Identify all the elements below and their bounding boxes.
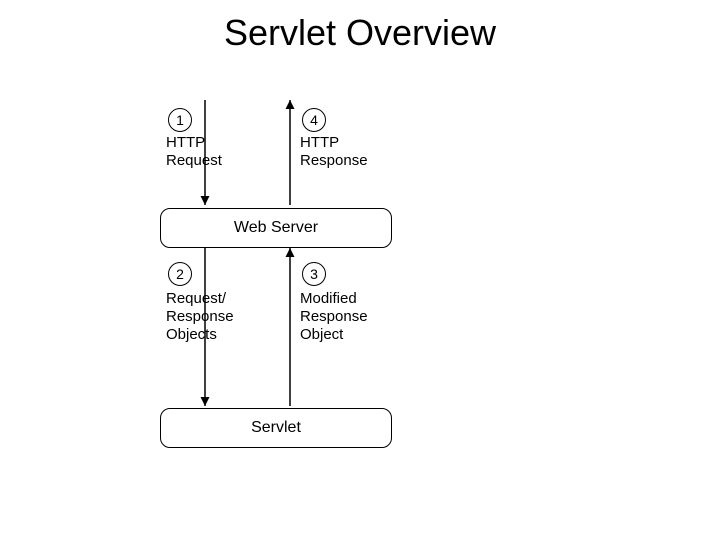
- step-2-badge: 2: [168, 262, 192, 286]
- label-mod-resp-object: Modified Response Object: [300, 290, 368, 344]
- step-4-badge: 4: [302, 108, 326, 132]
- servlet-box: Servlet: [160, 408, 392, 448]
- step-3-badge: 3: [302, 262, 326, 286]
- web-server-box: Web Server: [160, 208, 392, 248]
- page-title: Servlet Overview: [0, 12, 720, 54]
- label-http-response: HTTP Response: [300, 134, 368, 170]
- slide: Servlet Overview 1 4 HTTP Request HTTP R…: [0, 0, 720, 540]
- step-1-badge: 1: [168, 108, 192, 132]
- label-req-resp-objects: Request/ Response Objects: [166, 290, 234, 344]
- servlet-diagram: 1 4 HTTP Request HTTP Response Web Serve…: [150, 100, 440, 460]
- label-http-request: HTTP Request: [166, 134, 222, 170]
